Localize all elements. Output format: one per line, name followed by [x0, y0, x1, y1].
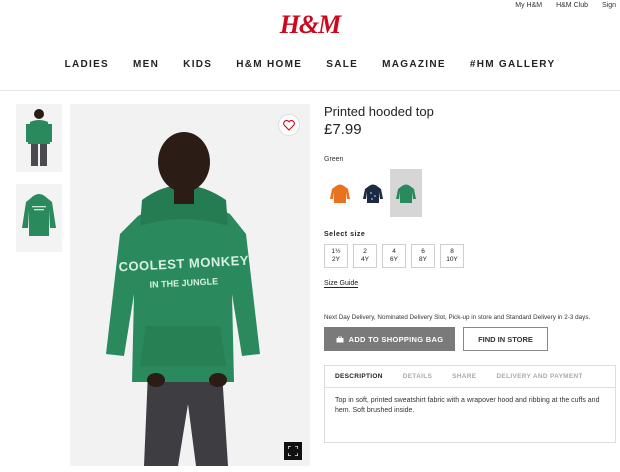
sign-in-link[interactable]: Sign [602, 2, 616, 9]
green-hoodie-icon [396, 184, 416, 203]
swatch-orange[interactable] [324, 169, 356, 217]
delivery-info: Next Day Delivery, Nominated Delivery Sl… [324, 314, 591, 321]
selected-color-label: Green [324, 156, 344, 163]
brand-logo[interactable]: H&M [0, 10, 620, 40]
navy-hoodie-icon [363, 184, 383, 203]
size-age: 4Y [361, 256, 369, 263]
nav-hm-home[interactable]: H&M HOME [224, 59, 314, 70]
tab-delivery-payment[interactable]: DELIVERY AND PAYMENT [496, 373, 582, 380]
thumbnail-list [16, 104, 62, 264]
brand-logo-text: H&M [279, 10, 342, 39]
tab-share[interactable]: SHARE [452, 373, 476, 380]
my-hm-link[interactable]: My H&M [515, 2, 542, 9]
thumbnail-product[interactable] [16, 184, 62, 252]
thumbnail-model[interactable] [16, 104, 62, 172]
size-value: 4 [392, 248, 396, 255]
tab-details[interactable]: DETAILS [403, 373, 432, 380]
top-links: My H&M H&M Club Sign [515, 2, 616, 9]
size-option[interactable]: 2 4Y [353, 244, 377, 268]
size-value: 1½ [331, 248, 341, 255]
find-in-store-button[interactable]: FIND IN STORE [463, 327, 548, 351]
heart-icon [283, 119, 295, 131]
nav-kids[interactable]: KIDS [171, 59, 224, 70]
size-label: Select size [324, 231, 366, 238]
nav-ladies[interactable]: LADIES [53, 59, 121, 70]
action-buttons: ADD TO SHOPPING BAG FIND IN STORE [324, 327, 614, 351]
favorite-button[interactable] [278, 114, 300, 136]
size-options: 1½ 2Y 2 4Y 4 6Y 6 8Y 8 10Y [324, 244, 614, 268]
main-nav: LADIES MEN KIDS H&M HOME SALE MAGAZINE #… [0, 59, 620, 70]
size-option[interactable]: 4 6Y [382, 244, 406, 268]
size-guide-link[interactable]: Size Guide [324, 280, 359, 288]
size-age: 6Y [390, 256, 398, 263]
size-value: 8 [450, 248, 454, 255]
color-swatches [324, 169, 614, 217]
product-price: £7.99 [324, 121, 362, 138]
size-value: 2 [363, 248, 367, 255]
size-age: 10Y [446, 256, 458, 263]
size-age: 2Y [332, 256, 340, 263]
size-value: 6 [421, 248, 425, 255]
swatch-green[interactable] [390, 169, 422, 217]
product-tabs: DESCRIPTION DETAILS SHARE DELIVERY AND P… [324, 365, 616, 443]
nav-sale[interactable]: SALE [314, 59, 370, 70]
model-illustration: COOLEST MONKEY IN THE JUNGLE [70, 104, 310, 466]
orange-hoodie-icon [330, 184, 350, 203]
product-main-image[interactable]: COOLEST MONKEY IN THE JUNGLE [70, 104, 310, 466]
size-age: 8Y [419, 256, 427, 263]
product-info: Printed hooded top £7.99 Green Select si… [324, 104, 616, 443]
tab-description[interactable]: DESCRIPTION [335, 373, 383, 380]
nav-magazine[interactable]: MAGAZINE [370, 59, 458, 70]
size-option[interactable]: 1½ 2Y [324, 244, 348, 268]
nav-hm-gallery[interactable]: #HM GALLERY [458, 59, 568, 70]
nav-men[interactable]: MEN [121, 59, 171, 70]
find-in-store-label: FIND IN STORE [478, 334, 533, 344]
bag-icon [336, 336, 344, 342]
add-to-bag-button[interactable]: ADD TO SHOPPING BAG [324, 327, 455, 351]
header-divider [0, 90, 620, 91]
swatch-navy[interactable] [357, 169, 389, 217]
description-text: Top in soft, printed sweatshirt fabric w… [335, 397, 600, 414]
product-title: Printed hooded top [324, 104, 434, 119]
hm-club-link[interactable]: H&M Club [556, 2, 588, 9]
add-to-bag-label: ADD TO SHOPPING BAG [348, 334, 444, 344]
size-option[interactable]: 8 10Y [440, 244, 464, 268]
size-option[interactable]: 6 8Y [411, 244, 435, 268]
tab-bar: DESCRIPTION DETAILS SHARE DELIVERY AND P… [325, 366, 615, 388]
fullscreen-button[interactable] [284, 442, 302, 460]
expand-icon [288, 446, 298, 456]
